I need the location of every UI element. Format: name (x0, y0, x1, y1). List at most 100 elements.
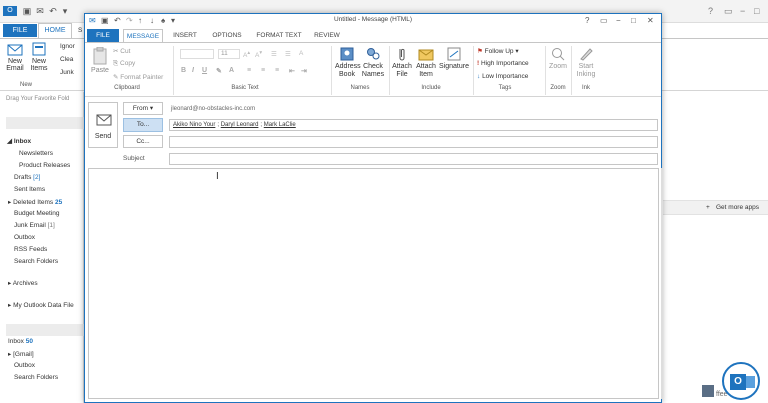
nav-item-deleted[interactable]: ▸ Deleted Items 25 (8, 198, 62, 206)
start-inking-button[interactable]: Start Inking (574, 47, 598, 79)
nav-item-newsletters[interactable]: Newsletters (19, 150, 53, 157)
tab-review[interactable]: REVIEW (309, 29, 345, 42)
attach-file-button[interactable]: Attach File (391, 47, 413, 79)
nav-item-drafts[interactable]: Drafts [2] (14, 174, 40, 181)
underline-icon[interactable]: U (202, 67, 207, 74)
tab-send-receive-partial[interactable]: S (78, 27, 82, 34)
cc-field[interactable] (169, 136, 658, 148)
clean-up-button[interactable]: Clea (60, 56, 73, 63)
align-left-icon[interactable]: ≡ (247, 67, 251, 74)
subject-field[interactable] (169, 153, 658, 165)
tab-message[interactable]: MESSAGE (123, 29, 163, 43)
to-button[interactable]: To... (123, 118, 163, 132)
tab-home[interactable]: HOME (38, 23, 72, 38)
nav-account-outbox[interactable]: Outbox (14, 362, 35, 369)
maximize-icon[interactable]: □ (631, 16, 636, 26)
nav-item-product-releases[interactable]: Product Releases (19, 162, 70, 169)
high-importance-button[interactable]: ! High Importance (477, 60, 529, 67)
highlight-icon[interactable]: ✎ (216, 67, 222, 75)
align-center-icon[interactable]: ≡ (261, 67, 265, 74)
clear-formatting-icon[interactable]: A (299, 50, 303, 57)
nav-inbox-header[interactable]: ◢ Inbox (7, 137, 31, 145)
send-receive-icon[interactable]: ✉ (35, 6, 45, 16)
cc-button[interactable]: Cc... (123, 135, 163, 148)
nav-archives[interactable]: ▸ Archives (8, 279, 38, 287)
compose-window: ✉ ▣ ↶ ↷ ↑ ↓ ♠ ▾ Untitled - Message (HTML… (84, 13, 663, 403)
new-email-button[interactable]: New Email (4, 42, 26, 72)
tab-options[interactable]: OPTIONS (207, 29, 247, 42)
check-names-button[interactable]: Check Names (361, 47, 385, 79)
nav-account-search-folders[interactable]: Search Folders (14, 374, 58, 381)
bold-icon[interactable]: B (181, 67, 186, 74)
send-button[interactable]: Send (88, 102, 118, 148)
decrease-indent-icon[interactable]: ⇤ (289, 67, 295, 75)
help-icon[interactable]: ? (585, 16, 589, 26)
folder-search-box[interactable] (6, 117, 84, 129)
copy-button[interactable]: ⎘ Copy (113, 60, 135, 68)
minimize-icon[interactable]: − (740, 6, 745, 16)
shrink-font-icon[interactable]: A▾ (255, 50, 262, 59)
ink-group-label: Ink (581, 85, 590, 91)
nav-junk-count: [1] (47, 222, 55, 229)
address-book-button[interactable]: Address Book (335, 47, 361, 79)
ignore-button[interactable]: Ignor (60, 43, 75, 50)
close-icon[interactable]: ✕ (647, 16, 654, 26)
recipient-chip[interactable]: Akiko Nino Your (173, 122, 215, 128)
nav-account-gmail[interactable]: ▸ [Gmail] (8, 350, 34, 358)
undo-icon[interactable]: ↶ (48, 6, 58, 16)
grow-font-icon[interactable]: A▴ (243, 50, 250, 59)
message-body[interactable] (88, 168, 659, 399)
tab-insert[interactable]: INSERT (165, 29, 205, 42)
nav-item-rss[interactable]: RSS Feeds (14, 246, 47, 253)
zoom-button[interactable]: Zoom (547, 47, 569, 70)
body-scrollbar[interactable] (661, 168, 663, 399)
get-more-apps-plus-icon[interactable]: + (706, 204, 710, 211)
nav-item-budget-meeting[interactable]: Budget Meeting (14, 210, 60, 217)
reading-pane-right (660, 92, 768, 403)
nav-item-outbox[interactable]: Outbox (14, 234, 35, 241)
save-icon[interactable]: ▣ (22, 6, 32, 16)
to-field[interactable]: Akiko Nino Your; Daryl Leonard; Mark LaC… (169, 119, 658, 131)
tags-group-label: Tags (498, 85, 512, 91)
font-name-box[interactable] (180, 49, 214, 59)
recipient-chip[interactable]: Mark LaClie (264, 122, 296, 128)
basic-text-group-label: Basic Text (231, 85, 259, 91)
nav-data-file[interactable]: ▸ My Outlook Data File (8, 301, 74, 309)
italic-icon[interactable]: I (192, 67, 194, 74)
nav-account-inbox[interactable]: Inbox 50 (8, 338, 33, 345)
send-label: Send (94, 133, 112, 140)
maximize-icon[interactable]: □ (754, 6, 759, 16)
from-button[interactable]: From ▾ (123, 102, 163, 115)
tab-format-text[interactable]: FORMAT TEXT (251, 29, 307, 42)
ribbon-display-icon[interactable]: ▭ (724, 6, 733, 17)
tab-file[interactable]: FILE (87, 29, 119, 42)
recipient-chip[interactable]: Daryl Leonard (221, 122, 259, 128)
check-names-icon (367, 48, 380, 60)
new-items-button[interactable]: New Items (27, 42, 51, 72)
attach-item-button[interactable]: Attach Item (414, 47, 438, 79)
font-size-box[interactable]: 11 (218, 49, 240, 59)
ribbon-display-icon[interactable]: ▭ (600, 16, 608, 26)
account-header[interactable] (6, 324, 84, 336)
numbering-icon[interactable]: ☰ (285, 50, 291, 58)
low-importance-button[interactable]: ↓ Low Importance (477, 73, 528, 80)
junk-button[interactable]: Junk (60, 69, 74, 76)
paste-button[interactable]: Paste (89, 47, 111, 74)
signature-button[interactable]: Signature (439, 47, 469, 70)
customize-toolbar-icon[interactable]: ▾ (60, 6, 70, 16)
follow-up-button[interactable]: ⚑ Follow Up ▾ (477, 47, 519, 55)
align-right-icon[interactable]: ≡ (275, 67, 279, 74)
get-more-apps-link[interactable]: Get more apps (716, 204, 759, 211)
minimize-icon[interactable]: − (616, 16, 621, 26)
increase-indent-icon[interactable]: ⇥ (301, 67, 307, 75)
nav-item-sent[interactable]: Sent Items (14, 186, 45, 193)
bullets-icon[interactable]: ☰ (271, 50, 277, 58)
tab-file-main[interactable]: FILE (3, 24, 37, 37)
cut-button[interactable]: ✂ Cut (113, 47, 130, 55)
nav-item-search-folders[interactable]: Search Folders (14, 258, 58, 265)
low-importance-label: Low Importance (482, 73, 529, 80)
help-icon[interactable]: ? (708, 6, 713, 16)
nav-item-junk[interactable]: Junk Email [1] (14, 222, 55, 229)
font-color-icon[interactable]: A (229, 67, 234, 74)
format-painter-button[interactable]: ✎ Format Painter (113, 73, 163, 81)
